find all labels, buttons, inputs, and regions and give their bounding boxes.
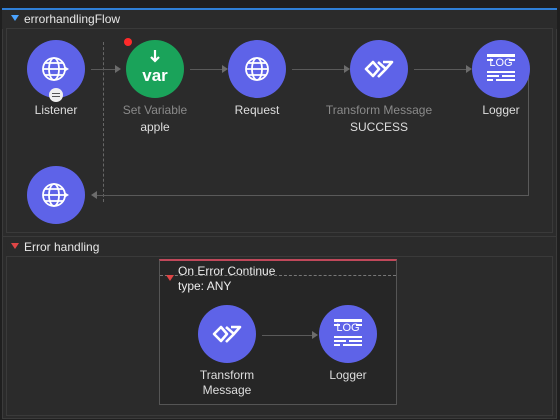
connector-arrow (115, 65, 121, 73)
connector-arrow (312, 331, 318, 339)
log-icon (334, 319, 362, 346)
transform-icon (212, 325, 242, 343)
error-collapse-icon[interactable] (11, 243, 19, 249)
transform-label: Transform Message (325, 103, 433, 117)
error-indicator-dot (124, 38, 132, 46)
source-response-node[interactable] (27, 166, 85, 224)
scope-type: type: ANY (178, 279, 232, 293)
error-handling-title: Error handling (24, 240, 100, 254)
set-variable-sub: apple (140, 120, 170, 134)
transform-icon (364, 60, 394, 78)
set-variable-node[interactable]: var (126, 40, 184, 98)
error-transform-label-1: Transform (199, 368, 255, 382)
connector (190, 69, 222, 70)
error-logger-label: Logger (329, 368, 367, 382)
var-icon-text: var (142, 66, 168, 85)
error-handling-header[interactable]: Error handling (2, 236, 557, 256)
connector (262, 335, 312, 336)
scope-collapse-icon[interactable] (166, 275, 174, 281)
connector (292, 69, 344, 70)
globe-icon (245, 57, 269, 81)
error-transform-label-2: Message (202, 383, 252, 397)
transform-sub: SUCCESS (349, 120, 408, 134)
error-logger-node[interactable]: LOG (319, 305, 377, 363)
globe-icon (42, 183, 69, 207)
connector (91, 69, 115, 70)
collapse-triangle-icon[interactable] (11, 15, 19, 21)
return-arrow (91, 191, 97, 199)
error-transform-node[interactable] (198, 305, 256, 363)
log-icon-text: LOG (336, 322, 360, 334)
request-node[interactable] (228, 40, 286, 98)
flow-header[interactable]: errorhandlingFlow (2, 8, 557, 29)
log-icon-text: LOG (489, 57, 513, 69)
logger-label: Logger (482, 103, 520, 117)
request-label: Request (234, 103, 280, 117)
logger-node[interactable]: LOG (472, 40, 530, 98)
log-icon (487, 54, 515, 81)
scope-title: On Error Continue (178, 264, 276, 278)
connector (414, 69, 466, 70)
flow-title: errorhandlingFlow (24, 12, 121, 26)
transform-node[interactable] (350, 40, 408, 98)
return-connector (97, 195, 529, 196)
event-source-badge-icon (49, 88, 63, 102)
